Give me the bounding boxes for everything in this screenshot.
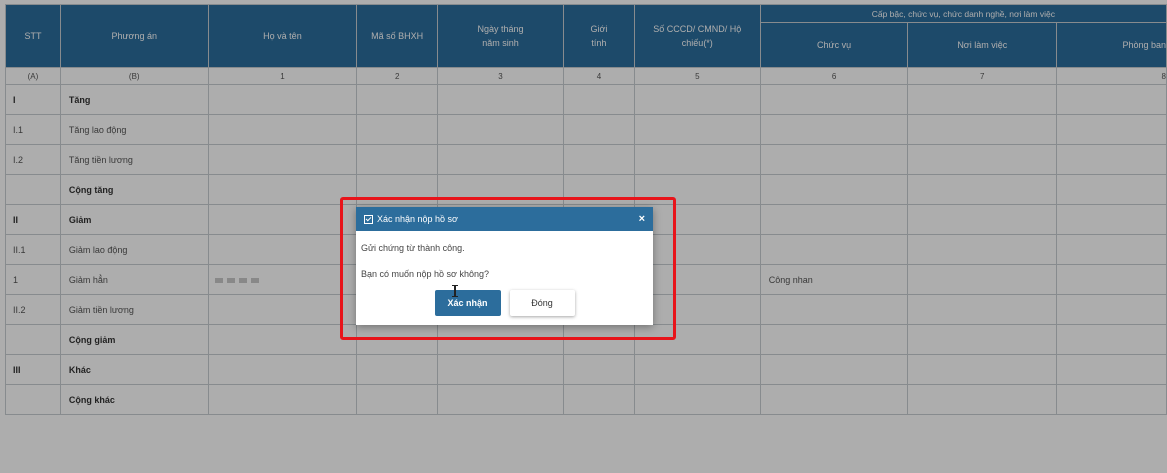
confirm-button[interactable]: Xác nhận <box>434 290 501 316</box>
dialog-body: Gửi chứng từ thành công. Bạn có muốn nộp… <box>356 231 653 279</box>
confirm-dialog: Xác nhận nộp hồ sơ × Gửi chứng từ thành … <box>356 207 653 325</box>
text-cursor-icon <box>452 285 458 297</box>
dialog-footer: Xác nhận Đóng <box>356 290 653 316</box>
close-button[interactable]: Đóng <box>509 290 575 316</box>
check-square-icon <box>364 214 373 224</box>
dialog-header: Xác nhận nộp hồ sơ × <box>356 207 653 231</box>
dialog-title: Xác nhận nộp hồ sơ <box>377 214 458 224</box>
dialog-message-success: Gửi chứng từ thành công. <box>361 243 465 253</box>
dialog-message-question: Bạn có muốn nộp hồ sơ không? <box>361 269 489 279</box>
close-icon[interactable]: × <box>639 213 645 225</box>
